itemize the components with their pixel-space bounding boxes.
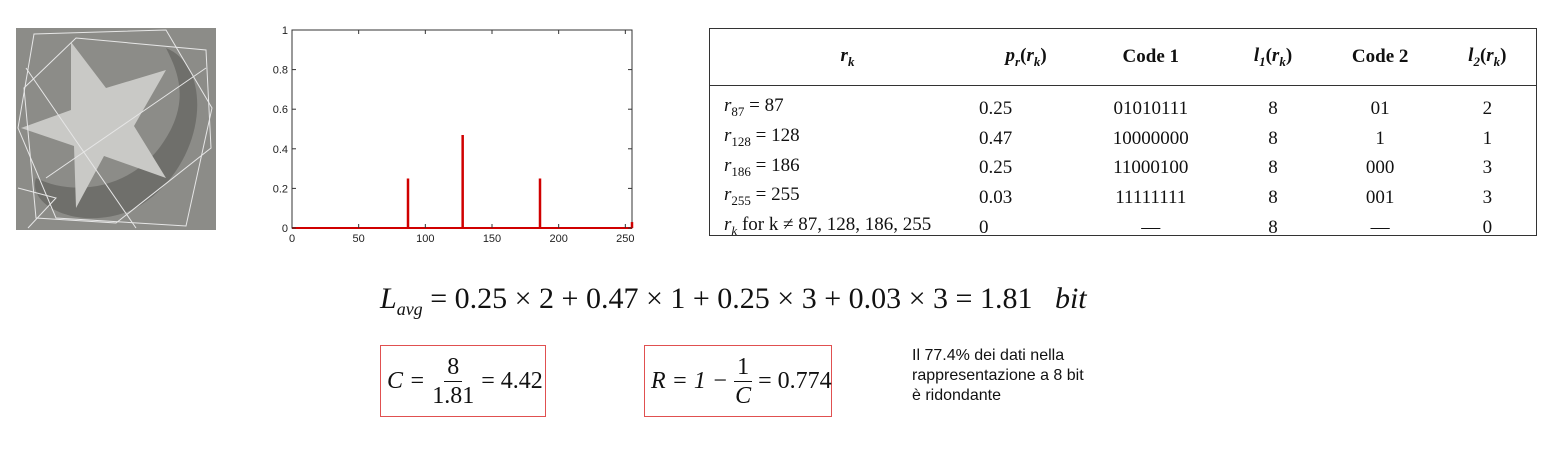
lavg-label: L [380, 282, 397, 315]
test-image [16, 28, 216, 230]
table-row: r87 = 87 0.25 01010111 8 01 2 [710, 86, 1536, 124]
cell-l2: 3 [1482, 187, 1493, 209]
cell-code1: 01010111 [1113, 97, 1189, 119]
lavg-expression: = 0.25 × 2 + 0.47 × 1 + 0.25 × 3 + 0.03 … [430, 282, 1033, 315]
cell-code2: 000 [1365, 157, 1395, 179]
table-row: r186 = 186 0.25 11000100 8 000 3 [710, 154, 1536, 184]
cell-l2: 0 [1482, 217, 1493, 239]
lavg-formula: Lavg = 0.25 × 2 + 0.47 × 1 + 0.25 × 3 + … [380, 282, 1087, 320]
y-tick-label: 0.6 [273, 104, 288, 116]
cell-code2: 01 [1370, 97, 1390, 119]
cell-l2: 3 [1482, 157, 1493, 179]
c-label: C = [387, 367, 426, 394]
r-numerator: 1 [734, 353, 753, 382]
table-header-row: rk pr(rk) Code 1 l1(rk) Code 2 l2(rk) [710, 29, 1536, 86]
cell-symbol: rk for k ≠ 87, 128, 186, 255 [724, 214, 932, 238]
y-tick-label: 1 [282, 25, 288, 37]
y-tick-label: 0.4 [273, 144, 288, 156]
table-row: r255 = 255 0.03 11111111 8 001 3 [710, 183, 1536, 213]
code-table: rk pr(rk) Code 1 l1(rk) Code 2 l2(rk) r8… [709, 28, 1537, 238]
cell-prob: 0 [978, 217, 989, 239]
y-tick-label: 0 [282, 223, 288, 235]
header-code2: Code 2 [1321, 29, 1439, 86]
cell-l1: 8 [1268, 157, 1278, 179]
cell-symbol: r255 = 255 [724, 184, 800, 209]
header-rk: rk [710, 29, 975, 86]
x-tick-label: 250 [616, 233, 634, 245]
table-body: r87 = 87 0.25 01010111 8 01 2 r128 = 128 0.47 10… [710, 86, 1536, 243]
cell-code1: 10000000 [1112, 127, 1189, 149]
note-line-1: Il 77.4% dei dati nella [912, 347, 1065, 364]
cell-l1: 8 [1268, 187, 1278, 209]
c-fraction: 8 1.81 [429, 353, 477, 410]
cell-l2: 2 [1482, 97, 1493, 119]
cell-symbol: r186 = 186 [724, 154, 800, 179]
cell-prob: 0.47 [978, 127, 1013, 149]
cell-code1: — [1141, 217, 1161, 239]
cell-symbol: r87 = 87 [724, 95, 784, 119]
lavg-unit: bit [1054, 282, 1087, 315]
c-denominator: 1.81 [432, 382, 475, 409]
histogram-bars [292, 134, 634, 229]
x-tick-label: 200 [549, 233, 567, 245]
y-tick-label: 0.2 [273, 183, 288, 195]
cell-symbol: r128 = 128 [724, 124, 800, 149]
note-line-2: rappresentazione a 8 bit [912, 367, 1084, 384]
lavg-subscript: avg [396, 299, 423, 319]
code-table-grid: rk pr(rk) Code 1 l1(rk) Code 2 l2(rk) r8… [710, 29, 1536, 243]
r-denominator: C [735, 382, 752, 409]
cell-l1: 8 [1268, 97, 1278, 119]
cell-code1: 11111111 [1115, 187, 1187, 209]
cell-code2: 1 [1375, 127, 1385, 149]
redundancy-box: R = 1 − 1 C = 0.774 [644, 345, 832, 417]
compression-ratio-box: C = 8 1.81 = 4.42 [380, 345, 546, 417]
c-result: = 4.42 [481, 367, 543, 394]
cell-code2: — [1370, 217, 1390, 239]
histogram-chart: 0 50 100 150 200 250 0 0.2 0.4 0.6 0.8 1 [273, 25, 635, 245]
x-tick-label: 0 [289, 233, 295, 245]
cell-code2: 001 [1365, 187, 1395, 209]
header-l2: l2(rk) [1438, 29, 1536, 86]
header-l1: l1(rk) [1224, 29, 1322, 86]
cell-l1: 8 [1268, 217, 1278, 239]
note-line-3: è ridondante [912, 387, 1001, 404]
cell-l1: 8 [1268, 127, 1278, 149]
redundancy-note: Il 77.4% dei dati nella rappresentazione… [912, 346, 1142, 406]
histogram-ticks: 0 50 100 150 200 250 0 0.2 0.4 0.6 0.8 1 [273, 25, 635, 245]
x-tick-label: 50 [353, 233, 365, 245]
cell-prob: 0.03 [978, 187, 1013, 209]
cell-l2: 1 [1482, 127, 1493, 149]
r-result: = 0.774 [758, 367, 832, 394]
cell-prob: 0.25 [978, 157, 1013, 179]
c-numerator: 8 [444, 353, 463, 382]
r-label: R = 1 − [651, 367, 729, 394]
table-row: r128 = 128 0.47 10000000 8 1 1 [710, 124, 1536, 154]
x-tick-label: 100 [416, 233, 434, 245]
x-tick-label: 150 [483, 233, 501, 245]
cell-code1: 11000100 [1113, 157, 1189, 179]
header-prob: pr(rk) [974, 29, 1078, 86]
table-row: rk for k ≠ 87, 128, 186, 255 0 — 8 — 0 [710, 213, 1536, 243]
cell-prob: 0.25 [978, 97, 1013, 119]
header-code1: Code 1 [1077, 29, 1225, 86]
r-fraction: 1 C [732, 353, 754, 410]
y-tick-label: 0.8 [273, 65, 288, 77]
